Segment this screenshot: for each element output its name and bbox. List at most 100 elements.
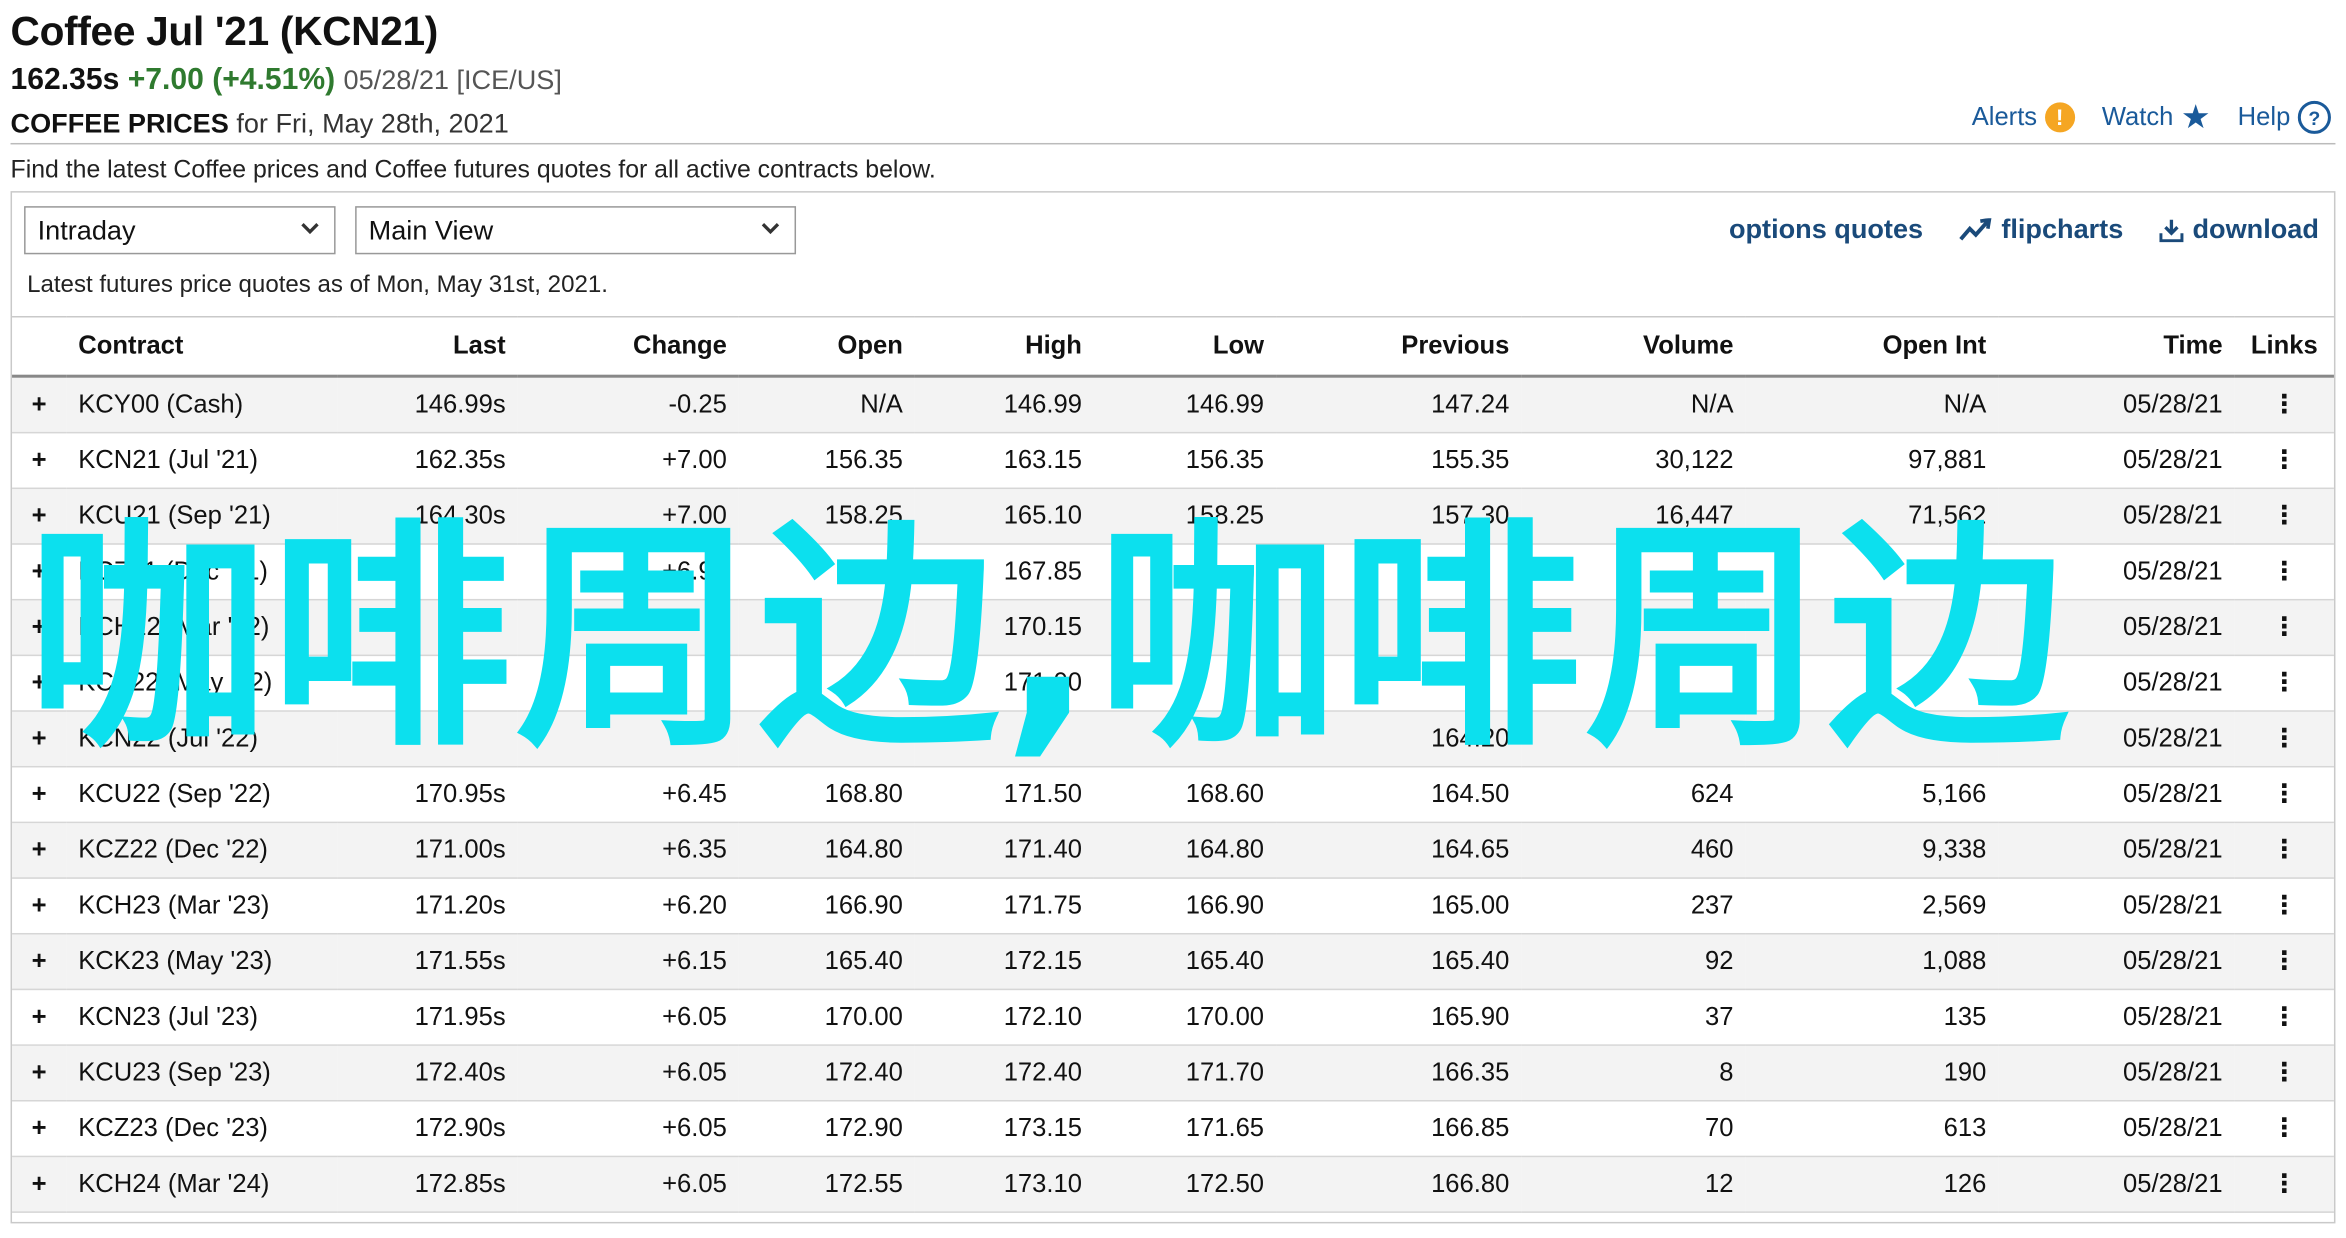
col-high[interactable]: High <box>914 316 1094 378</box>
high-cell: 167.85 <box>914 543 1094 601</box>
col-last[interactable]: Last <box>337 316 518 378</box>
expand-row-icon[interactable]: + <box>12 822 67 879</box>
table-row: + KCH23 (Mar '23) 171.20s +6.20 166.90 171.75… <box>12 878 2334 935</box>
contract-link[interactable]: KCZ21 (Dec '21) <box>66 543 338 601</box>
contract-link[interactable]: KCH24 (Mar '24) <box>66 1156 338 1213</box>
contract-link[interactable]: KCK22 (May '22) <box>66 655 338 712</box>
volume-cell: N/A <box>1521 376 1746 434</box>
low-cell <box>1093 711 1277 768</box>
high-cell: 173.10 <box>914 1156 1094 1213</box>
contract-link[interactable]: KCU22 (Sep '22) <box>66 766 338 824</box>
more-options-icon[interactable]: ⋮ <box>2234 432 2334 490</box>
expand-row-icon[interactable]: + <box>12 711 67 768</box>
high-cell: 172.40 <box>914 1045 1094 1102</box>
low-cell: 164.80 <box>1093 822 1277 879</box>
view-select[interactable]: Main View <box>355 206 797 255</box>
col-previous[interactable]: Previous <box>1276 316 1522 378</box>
contract-link[interactable]: KCN23 (Jul '23) <box>66 989 338 1046</box>
col-contract[interactable]: Contract <box>66 316 338 378</box>
help-label: Help <box>2237 102 2291 131</box>
col-volume[interactable]: Volume <box>1521 316 1746 378</box>
contract-link[interactable]: KCZ23 (Dec '23) <box>66 1100 338 1158</box>
expand-row-icon[interactable]: + <box>12 766 67 824</box>
contract-link[interactable]: KCK23 (May '23) <box>66 933 338 991</box>
prices-label: COFFEE PRICES <box>10 108 229 139</box>
flipcharts-link[interactable]: flipcharts <box>1959 214 2123 246</box>
alerts-link[interactable]: Alerts ! <box>1972 102 2075 133</box>
download-link[interactable]: download <box>2159 214 2319 246</box>
more-options-icon[interactable]: ⋮ <box>2234 933 2334 991</box>
expand-row-icon[interactable]: + <box>12 376 67 434</box>
col-time[interactable]: Time <box>1998 316 2235 378</box>
expand-row-icon[interactable]: + <box>12 933 67 991</box>
contract-link[interactable]: KCY00 (Cash) <box>66 376 338 434</box>
volume-cell: 70 <box>1521 1100 1746 1158</box>
open-cell: 166.90 <box>738 878 915 935</box>
more-options-icon[interactable]: ⋮ <box>2234 822 2334 879</box>
period-select[interactable]: Intraday <box>24 206 336 255</box>
view-value: Main View <box>368 214 494 245</box>
contract-link[interactable]: KCH23 (Mar '23) <box>66 878 338 935</box>
previous-cell: 147.24 <box>1276 376 1522 434</box>
expand-row-icon[interactable]: + <box>12 1045 67 1102</box>
help-link[interactable]: Help ? <box>2237 100 2331 134</box>
contract-link[interactable]: KCN22 (Jul '22) <box>66 711 338 768</box>
time-cell: 05/28/21 <box>1998 376 2235 434</box>
price-change: +7.00 (+4.51%) <box>127 63 336 97</box>
contract-link[interactable]: KCN21 (Jul '21) <box>66 432 338 490</box>
change-cell: +7.00 <box>517 488 739 545</box>
open-cell: N/A <box>738 376 915 434</box>
low-cell: 158.25 <box>1093 488 1277 545</box>
expand-row-icon[interactable]: + <box>12 432 67 490</box>
expand-row-icon[interactable]: + <box>12 655 67 712</box>
col-links: Links <box>2234 316 2334 378</box>
contract-link[interactable]: KCU23 (Sep '23) <box>66 1045 338 1102</box>
open-cell: 170.00 <box>738 989 915 1046</box>
expand-row-icon[interactable]: + <box>12 989 67 1046</box>
watch-link[interactable]: Watch ★ <box>2102 100 2211 133</box>
more-options-icon[interactable]: ⋮ <box>2234 1156 2334 1213</box>
low-cell: 171.65 <box>1093 1100 1277 1158</box>
col-low[interactable]: Low <box>1093 316 1277 378</box>
more-options-icon[interactable]: ⋮ <box>2234 1100 2334 1158</box>
col-change[interactable]: Change <box>517 316 739 378</box>
more-options-icon[interactable]: ⋮ <box>2234 655 2334 712</box>
col-open[interactable]: Open <box>738 316 915 378</box>
low-cell <box>1093 599 1277 657</box>
contract-link[interactable]: KCZ22 (Dec '22) <box>66 822 338 879</box>
table-row: + KCZ23 (Dec '23) 172.90s +6.05 172.90 173.15… <box>12 1100 2334 1158</box>
as-of-text: Latest futures price quotes as of Mon, M… <box>27 272 608 298</box>
expand-row-icon[interactable]: + <box>12 599 67 657</box>
expand-row-icon[interactable]: + <box>12 488 67 545</box>
last-cell <box>337 599 518 657</box>
more-options-icon[interactable]: ⋮ <box>2234 711 2334 768</box>
volume-cell: 460 <box>1521 822 1746 879</box>
more-options-icon[interactable]: ⋮ <box>2234 488 2334 545</box>
open-int-cell <box>1745 543 1999 601</box>
more-options-icon[interactable]: ⋮ <box>2234 376 2334 434</box>
prices-date: for Fri, May 28th, 2021 <box>236 108 509 139</box>
open-int-cell: 1,088 <box>1745 933 1999 991</box>
more-options-icon[interactable]: ⋮ <box>2234 766 2334 824</box>
prices-subtitle: COFFEE PRICES for Fri, May 28th, 2021 <box>11 108 509 140</box>
expand-row-icon[interactable]: + <box>12 1100 67 1158</box>
last-cell: 171.00s <box>337 822 518 879</box>
more-options-icon[interactable]: ⋮ <box>2234 878 2334 935</box>
open-cell <box>738 655 915 712</box>
contract-link[interactable]: KCU21 (Sep '21) <box>66 488 338 545</box>
more-options-icon[interactable]: ⋮ <box>2234 1045 2334 1102</box>
more-options-icon[interactable]: ⋮ <box>2234 599 2334 657</box>
volume-cell <box>1521 599 1746 657</box>
options-quotes-link[interactable]: options quotes <box>1729 214 1923 246</box>
contract-link[interactable]: KCH22 (Mar '22) <box>66 599 338 657</box>
date-exchange: 05/28/21 [ICE/US] <box>343 64 562 95</box>
more-options-icon[interactable]: ⋮ <box>2234 989 2334 1046</box>
expand-row-icon[interactable]: + <box>12 1156 67 1213</box>
time-cell: 05/28/21 <box>1998 933 2235 991</box>
expand-row-icon[interactable]: + <box>12 543 67 601</box>
previous-cell: 165.00 <box>1276 878 1522 935</box>
open-int-cell: 126 <box>1745 1156 1999 1213</box>
expand-row-icon[interactable]: + <box>12 878 67 935</box>
more-options-icon[interactable]: ⋮ <box>2234 543 2334 601</box>
col-open-int[interactable]: Open Int <box>1745 316 1999 378</box>
